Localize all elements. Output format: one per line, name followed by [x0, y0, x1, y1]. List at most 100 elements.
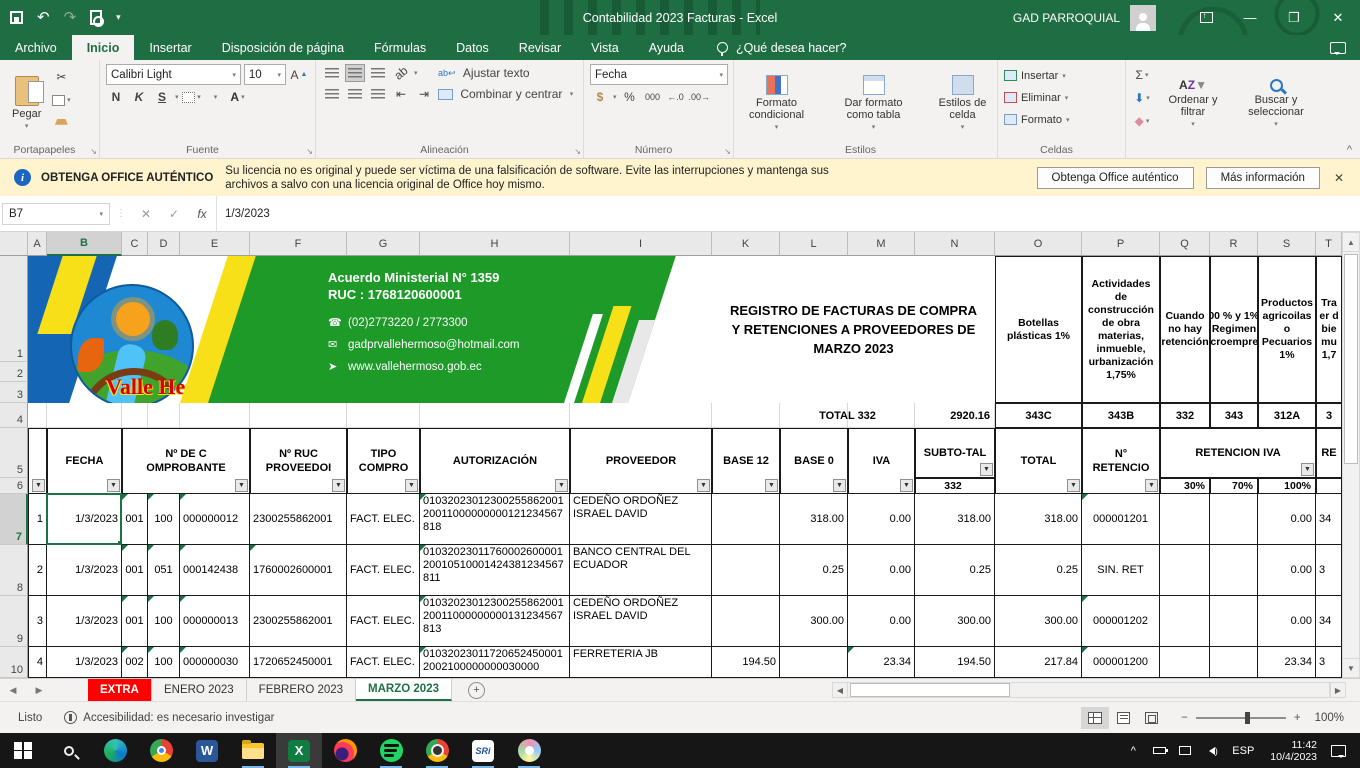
zoom-level[interactable]: 100%	[1315, 712, 1344, 724]
close-banner-icon[interactable]: ✕	[1334, 171, 1344, 185]
cell-O7[interactable]: 318.00	[995, 494, 1082, 545]
cell-S9[interactable]: 0.00	[1258, 596, 1316, 647]
column-header-S[interactable]: S	[1258, 232, 1316, 256]
align-left-icon[interactable]	[322, 85, 342, 103]
hscroll-thumb[interactable]	[850, 683, 1010, 697]
column-header-H[interactable]: H	[420, 232, 570, 256]
column-header-K[interactable]: K	[712, 232, 780, 256]
column-header-P[interactable]: P	[1082, 232, 1160, 256]
row-header-7[interactable]: 7	[0, 494, 28, 545]
row-header-9[interactable]: 9	[0, 596, 28, 647]
cell-H10[interactable]: 0103202301172065245000120021000000000300…	[420, 647, 570, 678]
cell-S7[interactable]: 0.00	[1258, 494, 1316, 545]
cell-P7[interactable]: 000001201	[1082, 494, 1160, 545]
tab-disposici-n-de-p-gina[interactable]: Disposición de página	[207, 35, 359, 60]
increase-indent-icon[interactable]: ⇥	[414, 85, 434, 103]
page-layout-view-icon[interactable]	[1109, 707, 1137, 729]
cell-L10[interactable]	[780, 647, 848, 678]
cell-K4[interactable]	[712, 403, 780, 428]
cell-G10[interactable]: FACT. ELEC.	[347, 647, 420, 678]
header-base-0[interactable]: BASE 0▼	[780, 428, 848, 494]
row-header-2[interactable]: 2	[0, 362, 28, 382]
filter-dropdown-icon[interactable]: ▼	[332, 479, 345, 492]
cell-E9[interactable]: 000000013	[180, 596, 250, 647]
font-size-combo[interactable]: 10▾	[244, 64, 286, 85]
filter-dropdown-icon[interactable]: ▼	[765, 479, 778, 492]
vscroll-up-icon[interactable]: ▲	[1342, 232, 1360, 252]
cell-K10[interactable]: 194.50	[712, 647, 780, 678]
cell-R10[interactable]	[1210, 647, 1258, 678]
cell-B7[interactable]: 1/3/2023	[47, 494, 122, 545]
sheet-tab-marzo-2023[interactable]: MARZO 2023	[356, 679, 452, 701]
column-header-A[interactable]: A	[28, 232, 47, 256]
cell-B8[interactable]: 1/3/2023	[47, 545, 122, 596]
excel-icon[interactable]: X	[276, 733, 322, 768]
sheet-tab-extra[interactable]: EXTRA	[88, 679, 152, 701]
tab-archivo[interactable]: Archivo	[0, 35, 72, 60]
font-name-combo[interactable]: Calibri Light▾	[106, 64, 241, 85]
column-header-D[interactable]: D	[148, 232, 180, 256]
column-header-C[interactable]: C	[122, 232, 148, 256]
cell-M10[interactable]: 23.34	[848, 647, 915, 678]
cell-F9[interactable]: 2300255862001	[250, 596, 347, 647]
cell-R9[interactable]	[1210, 596, 1258, 647]
align-top-icon[interactable]	[322, 64, 342, 82]
cell-E4[interactable]	[180, 403, 250, 428]
decrease-decimal-icon[interactable]: .00→	[689, 88, 711, 106]
grow-font-icon[interactable]: A▲	[289, 66, 309, 84]
sheet-tab-enero-2023[interactable]: ENERO 2023	[152, 679, 247, 701]
column-header-I[interactable]: I	[570, 232, 712, 256]
name-box[interactable]: B7▾	[2, 203, 110, 225]
cell-O10[interactable]: 217.84	[995, 647, 1082, 678]
cell-P9[interactable]: 000001202	[1082, 596, 1160, 647]
restore-icon[interactable]: ❐	[1272, 0, 1316, 35]
cancel-entry-icon[interactable]: ✕	[132, 207, 160, 221]
redo-icon[interactable]: ↷	[64, 10, 77, 25]
align-center-icon[interactable]	[345, 85, 365, 103]
avatar[interactable]	[1130, 5, 1156, 31]
cell-H8[interactable]: 0103202301176000260000120010510001424381…	[420, 545, 570, 596]
cell-E8[interactable]: 000142438	[180, 545, 250, 596]
start-button[interactable]	[0, 733, 46, 768]
comma-style-icon[interactable]: 000	[643, 88, 663, 106]
hidden-icons-chevron[interactable]: ^	[1120, 733, 1146, 768]
cell-D9[interactable]: 100	[148, 596, 180, 647]
header-n-ruc-proveedoi[interactable]: Nº RUC PROVEEDOI▼	[250, 428, 347, 494]
cell-O9[interactable]: 300.00	[995, 596, 1082, 647]
cell-O8[interactable]: 0.25	[995, 545, 1082, 596]
cell-N9[interactable]: 300.00	[915, 596, 995, 647]
row-header-6[interactable]: 6	[0, 478, 28, 494]
cell-L9[interactable]: 300.00	[780, 596, 848, 647]
cell-P8[interactable]: SIN. RET	[1082, 545, 1160, 596]
save-icon[interactable]	[10, 11, 23, 24]
column-header-L[interactable]: L	[780, 232, 848, 256]
fill-color-icon[interactable]: ▾	[205, 88, 225, 106]
cut-icon[interactable]: ✂	[51, 68, 71, 86]
column-header-G[interactable]: G	[347, 232, 420, 256]
cell-T7[interactable]: 34	[1316, 494, 1342, 545]
cell-N10[interactable]: 194.50	[915, 647, 995, 678]
notification-center-icon[interactable]	[1331, 745, 1346, 757]
chrome-icon[interactable]	[138, 733, 184, 768]
cell-I4[interactable]	[570, 403, 712, 428]
column-header-M[interactable]: M	[848, 232, 915, 256]
cell-K8[interactable]	[712, 545, 780, 596]
align-right-icon[interactable]	[368, 85, 388, 103]
font-color-icon[interactable]: A▾	[228, 88, 248, 106]
formula-input[interactable]: 1/3/2023	[216, 196, 1360, 231]
bold-button[interactable]: N	[106, 88, 126, 106]
page-break-view-icon[interactable]	[1137, 707, 1165, 729]
firefox-icon[interactable]	[322, 733, 368, 768]
word-icon[interactable]: W	[184, 733, 230, 768]
wrap-text-button[interactable]: ab↩ Ajustar texto	[438, 64, 573, 82]
orientation-icon[interactable]: ab	[388, 60, 415, 87]
cell-H9[interactable]: 0103202301230025586200120011000000000131…	[420, 596, 570, 647]
close-icon[interactable]: ✕	[1316, 0, 1360, 35]
cell-B4[interactable]	[47, 403, 122, 428]
sri-icon[interactable]: SRi	[460, 733, 506, 768]
filter-dropdown-icon[interactable]: ▼	[1301, 463, 1314, 476]
cell-L8[interactable]: 0.25	[780, 545, 848, 596]
zoom-in-icon[interactable]: +	[1294, 712, 1301, 724]
header-retencion-iva[interactable]: RETENCION IVA▼	[1160, 428, 1316, 478]
customize-qat-icon[interactable]: ▾	[116, 12, 121, 23]
